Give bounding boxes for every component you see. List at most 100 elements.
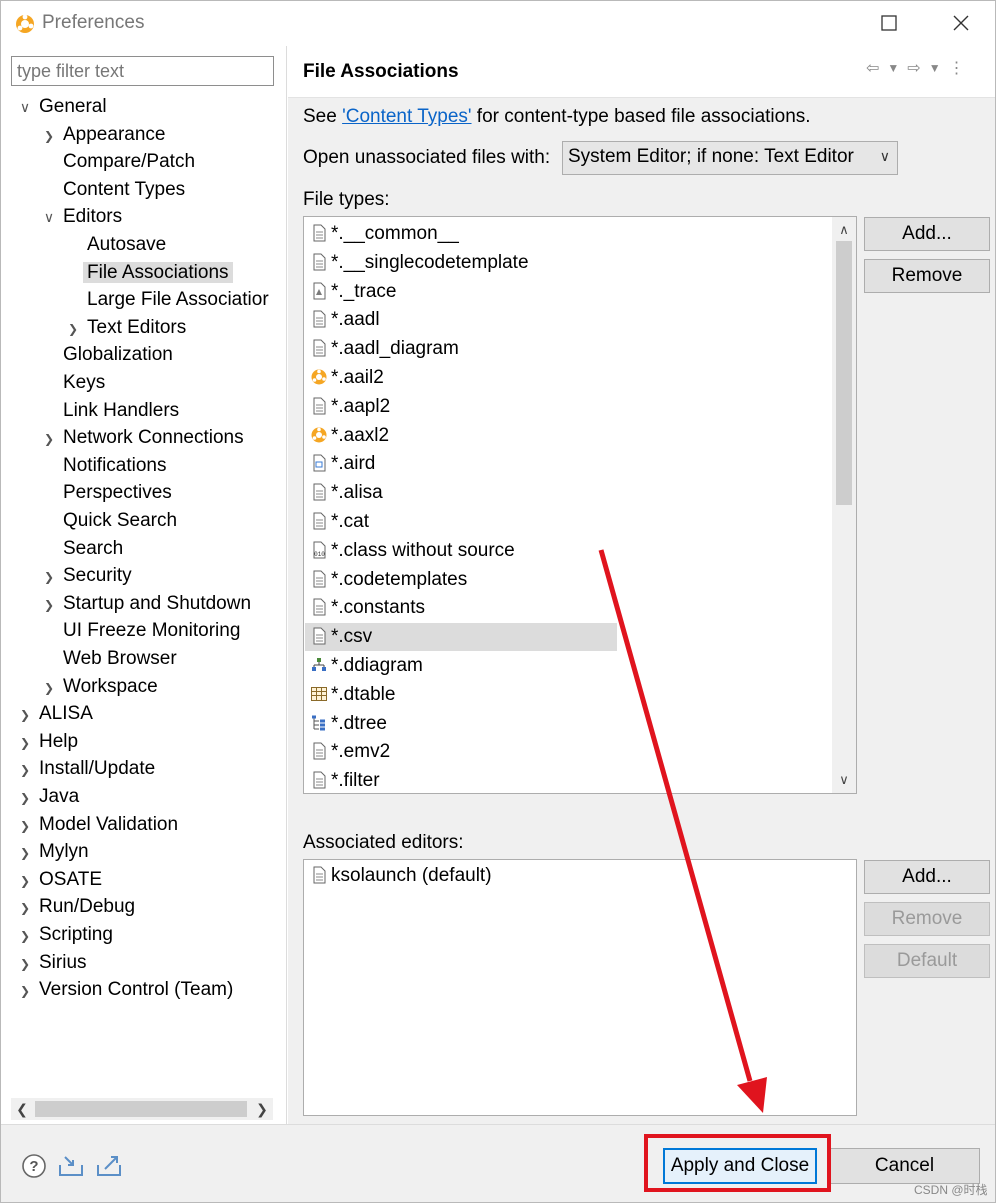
sidebar-item-compare-patch[interactable]: Compare/Patch: [39, 149, 199, 175]
sidebar-item-osate[interactable]: ❯ OSATE: [15, 867, 106, 893]
file-type-row[interactable]: *.filter: [310, 767, 380, 793]
file-type-row[interactable]: *.alisa: [310, 479, 383, 507]
file-type-row[interactable]: *.ddiagram: [310, 652, 423, 680]
file-type-row[interactable]: *.__singlecodetemplate: [310, 249, 529, 277]
editors-add-button[interactable]: Add...: [864, 860, 990, 894]
sidebar-item-startup-and-shutdown[interactable]: ❯ Startup and Shutdown: [39, 591, 255, 617]
sidebar-item-version-control-team[interactable]: ❯ Version Control (Team): [15, 977, 237, 1003]
sidebar-item-perspectives[interactable]: Perspectives: [39, 480, 176, 506]
sidebar-item-scripting[interactable]: ❯ Scripting: [15, 922, 117, 948]
sidebar-item-help[interactable]: ❯ Help: [15, 729, 82, 755]
chevron-right-icon[interactable]: ❯: [15, 702, 35, 728]
import-icon[interactable]: [57, 1153, 85, 1179]
sidebar-item-alisa[interactable]: ❯ ALISA: [15, 701, 97, 727]
file-types-scrollbar[interactable]: ∧ ∨: [832, 217, 856, 793]
cancel-button[interactable]: Cancel: [829, 1148, 980, 1184]
sidebar-item-editors[interactable]: ∨ Editors: [39, 204, 126, 230]
chevron-right-icon[interactable]: ❯: [15, 785, 35, 811]
back-arrow-icon[interactable]: ⇦: [866, 58, 879, 78]
sidebar-item-notifications[interactable]: Notifications: [39, 453, 171, 479]
chevron-right-icon[interactable]: ❯: [39, 123, 59, 149]
chevron-right-icon[interactable]: ❯: [39, 675, 59, 701]
file-type-row[interactable]: *.aadl_diagram: [310, 335, 459, 363]
chevron-right-icon[interactable]: ❯: [39, 426, 59, 452]
sidebar-item-ui-freeze-monitoring[interactable]: UI Freeze Monitoring: [39, 618, 244, 644]
file-type-row[interactable]: 010 *.class without source: [310, 537, 515, 565]
filter-input[interactable]: [11, 56, 274, 86]
editors-remove-button[interactable]: Remove: [864, 902, 990, 936]
sidebar-item-text-editors[interactable]: ❯ Text Editors: [63, 315, 190, 341]
sidebar-item-workspace[interactable]: ❯ Workspace: [39, 674, 162, 700]
sidebar-item-network-connections[interactable]: ❯ Network Connections: [39, 425, 248, 451]
sidebar-item-keys[interactable]: Keys: [39, 370, 109, 396]
scroll-right-icon[interactable]: ❯: [251, 1098, 273, 1120]
file-type-row[interactable]: *.aaxl2: [310, 422, 389, 450]
back-dropdown-icon[interactable]: ▼: [887, 58, 899, 78]
chevron-right-icon[interactable]: ❯: [39, 564, 59, 590]
list-item[interactable]: ksolaunch (default): [310, 862, 492, 890]
chevron-right-icon[interactable]: ❯: [15, 840, 35, 866]
help-icon[interactable]: ?: [21, 1153, 49, 1179]
file-type-row[interactable]: *.dtree: [310, 710, 387, 738]
chevron-right-icon[interactable]: ❯: [39, 592, 59, 618]
chevron-right-icon[interactable]: ❯: [15, 868, 35, 894]
sidebar-item-general[interactable]: ∨ General: [15, 94, 111, 120]
sidebar-item-appearance[interactable]: ❯ Appearance: [39, 122, 169, 148]
export-icon[interactable]: [95, 1153, 123, 1179]
file-type-row[interactable]: *.constants: [310, 594, 425, 622]
view-menu-icon[interactable]: ⋮: [949, 58, 965, 78]
sidebar-item-java[interactable]: ❯ Java: [15, 784, 83, 810]
chevron-right-icon[interactable]: ❯: [63, 316, 83, 342]
chevron-right-icon[interactable]: ❯: [15, 730, 35, 756]
file-type-row[interactable]: *.aail2: [310, 364, 384, 392]
sidebar-item-search[interactable]: Search: [39, 536, 127, 562]
scrollbar-thumb[interactable]: [35, 1101, 247, 1117]
file-type-row[interactable]: *.aapl2: [310, 393, 390, 421]
associated-editors-list[interactable]: ksolaunch (default): [303, 859, 857, 1116]
sidebar-item-model-validation[interactable]: ❯ Model Validation: [15, 812, 182, 838]
sidebar-item-content-types[interactable]: Content Types: [39, 177, 189, 203]
scroll-down-icon[interactable]: ∨: [832, 769, 856, 791]
chevron-right-icon[interactable]: ❯: [15, 757, 35, 783]
file-types-add-button[interactable]: Add...: [864, 217, 990, 251]
file-types-list[interactable]: *.__common__ *.__singlecodetemplate *._tra…: [303, 216, 857, 794]
file-type-row[interactable]: *.csv: [305, 623, 617, 652]
file-type-row[interactable]: *.dtable: [310, 681, 395, 709]
chevron-right-icon[interactable]: ❯: [15, 813, 35, 839]
open-unassociated-select[interactable]: System Editor; if none: Text Editor ∨: [562, 141, 898, 175]
sidebar-item-large-file-associatior[interactable]: Large File Associatior: [63, 287, 273, 313]
chevron-right-icon[interactable]: ❯: [15, 895, 35, 921]
tree-horizontal-scrollbar[interactable]: ❮ ❯: [11, 1098, 273, 1120]
chevron-right-icon[interactable]: ❯: [15, 951, 35, 977]
sidebar-item-web-browser[interactable]: Web Browser: [39, 646, 181, 672]
chevron-right-icon[interactable]: ❯: [15, 923, 35, 949]
file-type-row[interactable]: *.aird: [310, 450, 375, 478]
file-type-row[interactable]: *.aadl: [310, 306, 380, 334]
content-types-link[interactable]: 'Content Types': [342, 106, 471, 127]
scroll-up-icon[interactable]: ∧: [832, 219, 856, 241]
sidebar-item-sirius[interactable]: ❯ Sirius: [15, 950, 91, 976]
sidebar-item-file-associations[interactable]: File Associations: [63, 260, 233, 286]
scroll-left-icon[interactable]: ❮: [11, 1098, 33, 1120]
forward-arrow-icon[interactable]: ⇨: [907, 58, 920, 78]
apply-and-close-button[interactable]: Apply and Close: [663, 1148, 817, 1184]
file-type-row[interactable]: *.codetemplates: [310, 566, 467, 594]
file-type-row[interactable]: *.emv2: [310, 738, 390, 766]
editors-default-button[interactable]: Default: [864, 944, 990, 978]
maximize-button[interactable]: [867, 7, 911, 39]
sidebar-item-install-update[interactable]: ❯ Install/Update: [15, 756, 159, 782]
sidebar-item-autosave[interactable]: Autosave: [63, 232, 170, 258]
sidebar-item-mylyn[interactable]: ❯ Mylyn: [15, 839, 93, 865]
close-button[interactable]: [939, 7, 983, 39]
forward-dropdown-icon[interactable]: ▼: [929, 58, 941, 78]
chevron-right-icon[interactable]: ❯: [15, 978, 35, 1004]
file-type-row[interactable]: *.__common__: [310, 220, 459, 248]
sidebar-item-globalization[interactable]: Globalization: [39, 342, 177, 368]
sidebar-item-quick-search[interactable]: Quick Search: [39, 508, 181, 534]
scrollbar-thumb[interactable]: [836, 241, 852, 505]
chevron-down-icon[interactable]: ∨: [15, 94, 35, 120]
file-types-remove-button[interactable]: Remove: [864, 259, 990, 293]
chevron-down-icon[interactable]: ∨: [39, 204, 59, 230]
file-type-row[interactable]: *.cat: [310, 508, 369, 536]
sidebar-item-run-debug[interactable]: ❯ Run/Debug: [15, 894, 139, 920]
